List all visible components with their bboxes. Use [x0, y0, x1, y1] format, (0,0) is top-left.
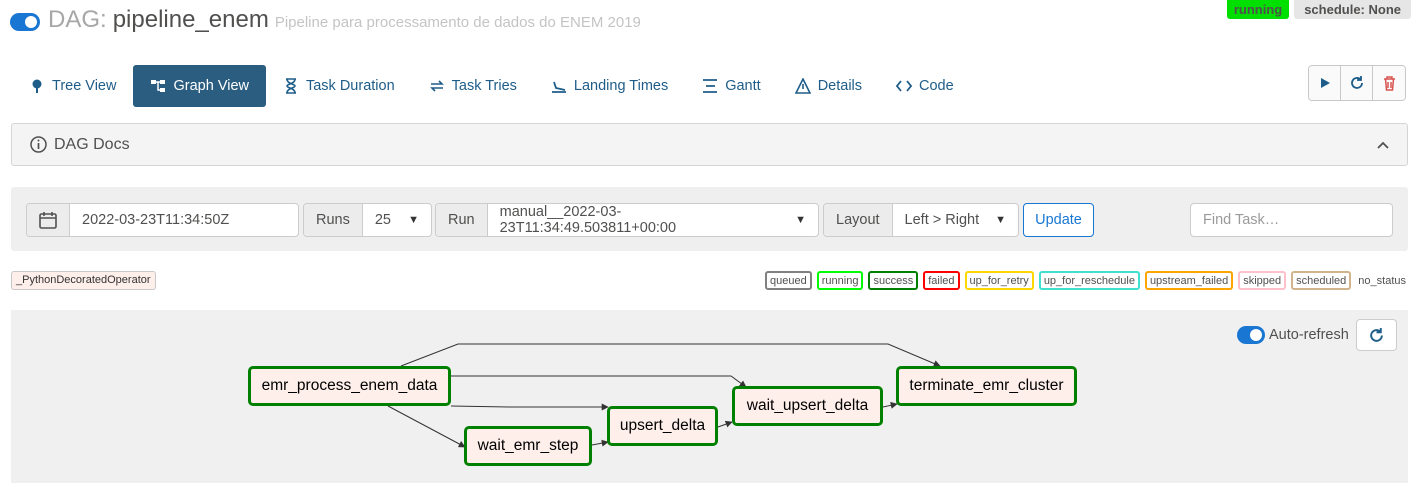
- schedule-badge: schedule: None: [1294, 0, 1411, 19]
- find-task-input[interactable]: [1190, 203, 1393, 237]
- dag-description: Pipeline para processamento de dados do …: [274, 14, 641, 31]
- tab-label: Task Duration: [305, 78, 395, 94]
- tab-label: Task Tries: [451, 78, 517, 94]
- execution-date-group: 2022-03-23T11:34:50Z: [26, 203, 299, 237]
- tab-label: Code: [919, 78, 954, 94]
- graph-edges: [387, 343, 941, 448]
- play-icon: [1320, 78, 1330, 88]
- task-node-upsert-delta[interactable]: upsert_delta: [607, 406, 718, 446]
- tab-task-tries[interactable]: Task Tries: [412, 65, 534, 107]
- graph-icon: [151, 80, 166, 92]
- task-node-wait-upsert-delta[interactable]: wait_upsert_delta: [732, 386, 883, 426]
- run-select[interactable]: manual__2022-03-23T11:34:49.503811+00:00…: [488, 204, 818, 236]
- info-icon: [30, 136, 47, 153]
- state-legend-up-for-retry[interactable]: up_for_retry: [964, 271, 1034, 290]
- state-legend-scheduled[interactable]: scheduled: [1291, 271, 1352, 290]
- runs-group: Runs 25 ▼: [303, 203, 432, 237]
- dag-graph: Auto-refresh emr_process_enem_data wait_e…: [11, 310, 1408, 483]
- dag-pause-toggle[interactable]: [10, 13, 40, 31]
- chevron-up-icon[interactable]: [1377, 141, 1389, 149]
- tab-task-duration[interactable]: Task Duration: [266, 65, 412, 107]
- retry-icon: [429, 80, 444, 92]
- auto-refresh-toggle[interactable]: [1237, 326, 1265, 344]
- view-tabs: Tree View Graph View Task Duration Task …: [12, 65, 971, 107]
- runs-label: Runs: [304, 204, 363, 236]
- state-legend-failed[interactable]: failed: [923, 271, 960, 290]
- layout-label: Layout: [824, 204, 893, 236]
- calendar-icon: [39, 212, 57, 229]
- refresh-dag-button[interactable]: [1341, 66, 1373, 100]
- edge-emr-process-enem-data-to-upsert-delta: [450, 403, 609, 411]
- edge-wait-upsert-delta-to-terminate-emr-cluster: [882, 401, 898, 409]
- run-group: Run manual__2022-03-23T11:34:49.503811+0…: [435, 203, 819, 237]
- chevron-down-icon: ▼: [995, 214, 1006, 226]
- dag-docs-label: DAG Docs: [54, 135, 130, 153]
- state-legend-up-for-reschedule[interactable]: up_for_reschedule: [1038, 271, 1140, 290]
- task-node-wait-emr-step[interactable]: wait_emr_step: [464, 426, 592, 466]
- tree-icon: [32, 79, 42, 93]
- dag-prefix: DAG:: [48, 6, 107, 33]
- dag-header: DAG: pipeline_enem Pipeline para process…: [10, 6, 641, 38]
- code-icon: [896, 80, 913, 92]
- update-button[interactable]: Update: [1023, 203, 1094, 237]
- tab-details[interactable]: Details: [778, 65, 879, 107]
- chevron-down-icon: ▼: [795, 214, 806, 226]
- chevron-down-icon: ▼: [408, 214, 419, 226]
- dag-title: pipeline_enem: [112, 6, 269, 33]
- state-legend: queued running success failed up_for_retry up…: [765, 271, 1406, 290]
- tab-code[interactable]: Code: [879, 65, 971, 107]
- runs-value: 25: [374, 212, 391, 228]
- warning-icon: [794, 78, 811, 94]
- delete-dag-button[interactable]: [1373, 66, 1405, 100]
- state-badge: running: [1226, 0, 1290, 19]
- edge-wait-emr-step-to-upsert-delta: [591, 439, 609, 447]
- layout-group: Layout Left > Right ▼: [823, 203, 1019, 237]
- runs-select[interactable]: 25 ▼: [363, 204, 431, 236]
- tab-gantt[interactable]: Gantt: [685, 65, 777, 107]
- tab-label: Tree View: [52, 78, 117, 94]
- tab-label: Landing Times: [573, 78, 669, 94]
- trigger-dag-button[interactable]: [1309, 66, 1341, 100]
- tab-label: Graph View: [173, 78, 249, 94]
- dag-action-buttons: [1308, 65, 1406, 101]
- edge-emr-process-enem-data-to-wait-emr-step: [387, 405, 466, 448]
- gantt-icon: [703, 79, 718, 93]
- edge-upsert-delta-to-wait-upsert-delta: [717, 420, 733, 428]
- dag-docs-panel[interactable]: DAG Docs: [11, 123, 1408, 166]
- refresh-icon: [1350, 76, 1363, 89]
- calendar-button[interactable]: [27, 204, 70, 236]
- layout-select[interactable]: Left > Right ▼: [893, 204, 1018, 236]
- operator-legend: _PythonDecoratedOperator: [11, 271, 156, 290]
- edge-emr-process-enem-data-to-wait-upsert-delta: [451, 375, 747, 388]
- tab-graph-view[interactable]: Graph View: [133, 65, 266, 107]
- task-node-terminate-emr-cluster[interactable]: terminate_emr_cluster: [896, 366, 1077, 406]
- state-legend-queued[interactable]: queued: [765, 271, 812, 290]
- state-legend-success[interactable]: success: [868, 271, 919, 290]
- refresh-icon: [1370, 327, 1383, 342]
- tab-landing-times[interactable]: Landing Times: [534, 65, 685, 107]
- trash-icon: [1383, 75, 1395, 91]
- tab-tree-view[interactable]: Tree View: [12, 65, 133, 107]
- auto-refresh-label: Auto-refresh: [1269, 327, 1349, 343]
- tab-label: Gantt: [725, 78, 761, 94]
- execution-date-input[interactable]: 2022-03-23T11:34:50Z: [70, 204, 298, 236]
- hourglass-icon: [285, 78, 296, 94]
- auto-refresh-control: Auto-refresh: [1237, 326, 1349, 344]
- landing-icon: [551, 81, 566, 93]
- graph-controls: 2022-03-23T11:34:50Z Runs 25 ▼ Run manua…: [11, 187, 1408, 251]
- run-label: Run: [436, 204, 488, 236]
- layout-value: Left > Right: [904, 212, 980, 228]
- run-value: manual__2022-03-23T11:34:49.503811+00:00: [499, 204, 677, 236]
- tab-label: Details: [817, 78, 863, 94]
- state-legend-running[interactable]: running: [816, 271, 864, 290]
- state-legend-upstream-failed[interactable]: upstream_failed: [1144, 271, 1234, 290]
- state-legend-no-status[interactable]: no_status: [1356, 271, 1406, 290]
- refresh-graph-button[interactable]: [1356, 319, 1397, 351]
- task-node-emr-process-enem-data[interactable]: emr_process_enem_data: [248, 366, 451, 406]
- state-legend-skipped[interactable]: skipped: [1238, 271, 1287, 290]
- edge-emr-process-enem-data-to-terminate-emr-cluster: [400, 343, 941, 367]
- dag-state-badges: running schedule: None: [1226, 0, 1411, 19]
